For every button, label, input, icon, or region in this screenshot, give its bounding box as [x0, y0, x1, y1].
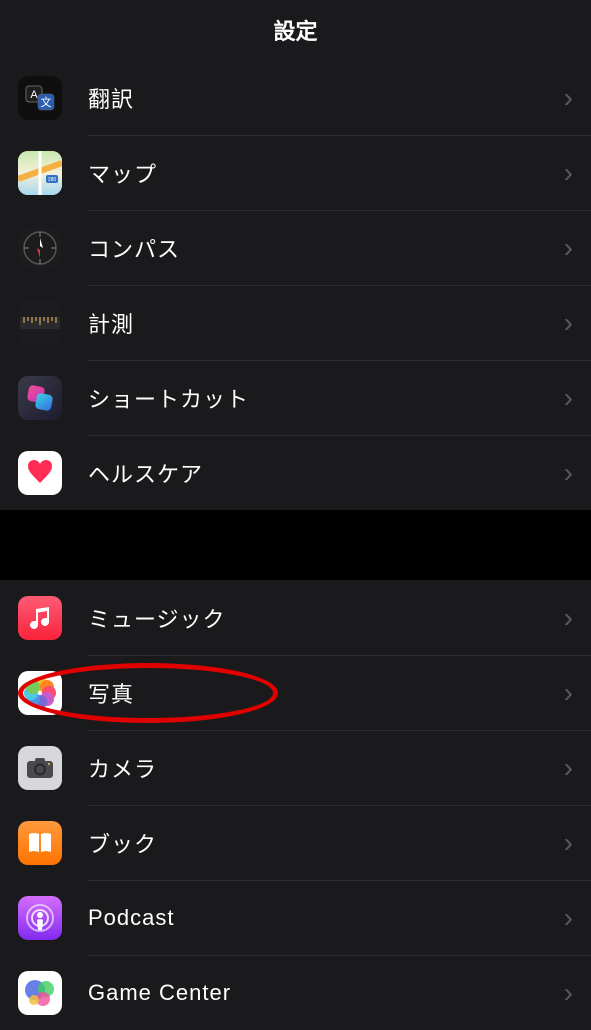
settings-row-music[interactable]: ミュージック ›	[0, 580, 591, 655]
row-label: ヘルスケア	[88, 457, 564, 489]
music-icon	[18, 596, 62, 640]
measure-icon	[18, 301, 62, 345]
chevron-right-icon: ›	[564, 232, 573, 264]
svg-text:文: 文	[41, 95, 52, 109]
row-label: ミュージック	[88, 602, 564, 634]
shortcuts-icon	[18, 376, 62, 420]
chevron-right-icon: ›	[564, 82, 573, 114]
chevron-right-icon: ›	[564, 307, 573, 339]
settings-row-podcast[interactable]: Podcast ›	[0, 880, 591, 955]
photos-icon	[18, 671, 62, 715]
chevron-right-icon: ›	[564, 752, 573, 784]
title-text: 設定	[273, 14, 317, 46]
chevron-right-icon: ›	[564, 602, 573, 634]
row-label: 計測	[88, 307, 564, 339]
settings-row-camera[interactable]: カメラ ›	[0, 730, 591, 805]
chevron-right-icon: ›	[564, 902, 573, 934]
row-label: 翻訳	[88, 82, 564, 114]
chevron-right-icon: ›	[564, 457, 573, 489]
compass-icon	[18, 226, 62, 270]
page-title: 設定	[0, 0, 591, 60]
camera-icon	[18, 746, 62, 790]
settings-row-gamecenter[interactable]: Game Center ›	[0, 955, 591, 1030]
maps-icon: 280	[18, 151, 62, 195]
health-icon	[18, 451, 62, 495]
row-label: ブック	[88, 827, 564, 859]
books-icon	[18, 821, 62, 865]
settings-row-health[interactable]: ヘルスケア ›	[0, 435, 591, 510]
settings-row-photos[interactable]: 写真 ›	[0, 655, 591, 730]
row-label: コンパス	[88, 232, 564, 264]
row-label: 写真	[88, 677, 564, 709]
settings-row-measure[interactable]: 計測 ›	[0, 285, 591, 360]
settings-group-1: A 文 翻訳 › 280 マップ ›	[0, 60, 591, 510]
settings-row-compass[interactable]: コンパス ›	[0, 210, 591, 285]
gamecenter-icon	[18, 971, 62, 1015]
row-label: Podcast	[88, 905, 564, 931]
settings-group-2: ミュージック › 写真 ›	[0, 580, 591, 1030]
settings-row-books[interactable]: ブック ›	[0, 805, 591, 880]
chevron-right-icon: ›	[564, 157, 573, 189]
row-label: カメラ	[88, 752, 564, 784]
row-label: ショートカット	[88, 382, 564, 414]
settings-row-translate[interactable]: A 文 翻訳 ›	[0, 60, 591, 135]
chevron-right-icon: ›	[564, 677, 573, 709]
chevron-right-icon: ›	[564, 977, 573, 1009]
section-gap	[0, 510, 591, 580]
podcast-icon	[18, 896, 62, 940]
translate-icon: A 文	[18, 76, 62, 120]
row-label: Game Center	[88, 980, 564, 1006]
row-label: マップ	[88, 157, 564, 189]
svg-text:280: 280	[48, 177, 57, 183]
svg-text:A: A	[30, 89, 38, 101]
settings-row-maps[interactable]: 280 マップ ›	[0, 135, 591, 210]
settings-row-shortcuts[interactable]: ショートカット ›	[0, 360, 591, 435]
chevron-right-icon: ›	[564, 827, 573, 859]
chevron-right-icon: ›	[564, 382, 573, 414]
